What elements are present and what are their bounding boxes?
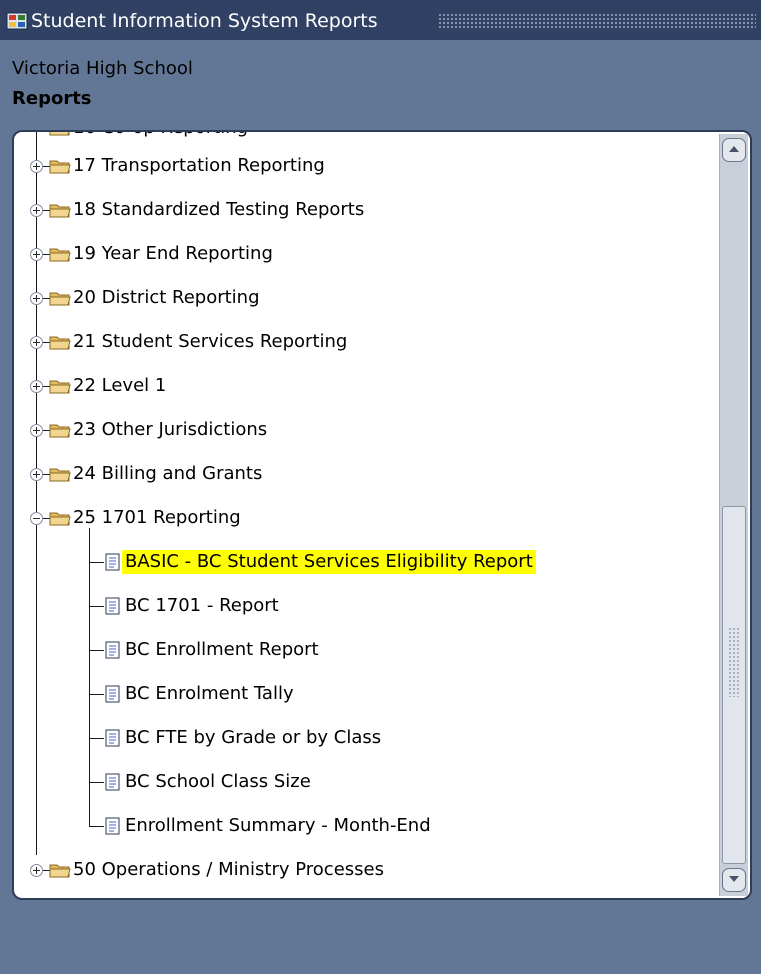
folder-icon	[49, 424, 71, 438]
tree-item-label: BC 1701 - Report	[125, 595, 279, 616]
tree-item-label: Enrollment Summary - Month-End	[125, 815, 431, 836]
folder-icon	[49, 468, 71, 482]
folder-icon	[49, 248, 71, 262]
tree-folder[interactable]: 20 District Reporting	[14, 283, 714, 313]
tree-connector-line	[89, 562, 104, 563]
folder-icon	[49, 160, 71, 174]
tree-folder[interactable]: 50 Operations / Ministry Processes	[14, 855, 714, 885]
expand-icon[interactable]	[30, 160, 43, 173]
report-document-icon	[105, 685, 120, 703]
report-item[interactable]: Enrollment Summary - Month-End	[14, 811, 714, 841]
report-document-icon	[105, 773, 120, 791]
tree-item-label: 21 Student Services Reporting	[73, 331, 348, 352]
thumb-grip	[728, 627, 740, 697]
window-titlebar[interactable]: Student Information System Reports	[0, 0, 761, 40]
folder-icon	[49, 864, 71, 878]
tree-item-label: 18 Standardized Testing Reports	[73, 199, 365, 220]
report-item[interactable]: BASIC - BC Student Services Eligibility …	[14, 547, 714, 577]
tree-connector-line	[89, 694, 104, 695]
report-item[interactable]: BC Enrolment Tally	[14, 679, 714, 709]
expand-icon[interactable]	[30, 380, 43, 393]
tree-connector-line	[89, 826, 104, 827]
collapse-icon[interactable]	[30, 512, 43, 525]
reports-tree[interactable]: 16 Co-op Reporting 17 Transportation Repo…	[12, 130, 752, 900]
folder-icon	[49, 292, 71, 306]
tree-connector-line	[89, 606, 104, 607]
tree-item-label: BC Enrolment Tally	[125, 683, 294, 704]
report-item[interactable]: BC School Class Size	[14, 767, 714, 797]
scroll-up-button[interactable]	[722, 138, 746, 162]
tree-connector-line	[89, 650, 104, 651]
scroll-down-button[interactable]	[722, 868, 746, 892]
expand-icon[interactable]	[30, 336, 43, 349]
folder-icon	[49, 132, 70, 136]
report-document-icon	[105, 817, 120, 835]
tree-connector-line	[89, 782, 104, 783]
tree-folder[interactable]: 19 Year End Reporting	[14, 239, 714, 269]
folder-icon	[49, 380, 71, 394]
expand-icon[interactable]	[30, 424, 43, 437]
folder-icon	[49, 204, 71, 218]
tree-connector-line	[89, 738, 104, 739]
arrow-up-icon	[729, 146, 739, 152]
folder-open-icon	[49, 512, 71, 526]
tree-folder-expanded[interactable]: 25 1701 Reporting	[14, 503, 714, 533]
tree-item-label: 17 Transportation Reporting	[73, 155, 325, 176]
tree-item-label: 50 Operations / Ministry Processes	[73, 859, 384, 880]
tree-folder[interactable]: 18 Standardized Testing Reports	[14, 195, 714, 225]
report-document-icon	[105, 553, 120, 571]
tree-item-label: BC Enrollment Report	[125, 639, 319, 660]
section-heading: Reports	[12, 88, 92, 109]
vertical-scrollbar[interactable]	[719, 134, 748, 896]
report-item[interactable]: BC 1701 - Report	[14, 591, 714, 621]
tree-item-label: 22 Level 1	[73, 375, 167, 396]
scroll-thumb[interactable]	[722, 506, 746, 864]
tree-item-label: 24 Billing and Grants	[73, 463, 263, 484]
tree-item-label: BC FTE by Grade or by Class	[125, 727, 382, 748]
report-document-icon	[105, 641, 120, 659]
tree-folder-partial[interactable]: 16 Co-op Reporting	[14, 132, 714, 140]
tree-folder[interactable]: 23 Other Jurisdictions	[14, 415, 714, 445]
sis-app-icon	[6, 12, 28, 30]
report-document-icon	[105, 729, 120, 747]
tree-item-label: BC School Class Size	[125, 771, 311, 792]
expand-icon[interactable]	[30, 468, 43, 481]
expand-icon[interactable]	[30, 292, 43, 305]
expand-icon[interactable]	[30, 204, 43, 217]
tree-item-label: 23 Other Jurisdictions	[73, 419, 268, 440]
tree-connector-line	[89, 528, 90, 826]
tree-folder[interactable]: 24 Billing and Grants	[14, 459, 714, 489]
report-document-icon	[105, 597, 120, 615]
folder-icon	[49, 336, 71, 350]
school-name: Victoria High School	[12, 58, 193, 79]
arrow-down-icon	[729, 876, 739, 882]
report-item[interactable]: BC FTE by Grade or by Class	[14, 723, 714, 753]
tree-item-label: 19 Year End Reporting	[73, 243, 273, 264]
tree-folder[interactable]: 21 Student Services Reporting	[14, 327, 714, 357]
tree-folder[interactable]: 17 Transportation Reporting	[14, 151, 714, 181]
tree-item-label: 25 1701 Reporting	[73, 507, 241, 528]
tree-item-label: 20 District Reporting	[73, 287, 260, 308]
expand-icon[interactable]	[30, 248, 43, 261]
titlebar-grip[interactable]	[438, 13, 756, 29]
expand-icon[interactable]	[30, 864, 43, 877]
window-title: Student Information System Reports	[31, 10, 378, 32]
report-item[interactable]: BC Enrollment Report	[14, 635, 714, 665]
selected-report-label: BASIC - BC Student Services Eligibility …	[122, 550, 536, 574]
tree-folder[interactable]: 22 Level 1	[14, 371, 714, 401]
tree-item-label: 16 Co-op Reporting	[70, 132, 251, 140]
